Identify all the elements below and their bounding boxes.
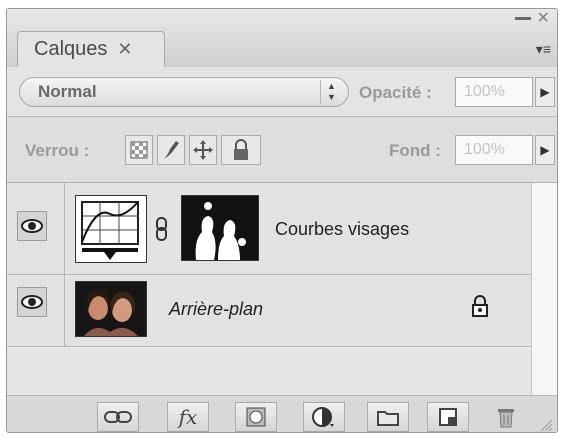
fill-arrow-icon[interactable]: ▶ — [535, 135, 555, 165]
new-layer-icon[interactable] — [427, 402, 469, 432]
lock-label: Verrou : — [25, 141, 90, 160]
opacity-arrow-icon[interactable]: ▶ — [535, 77, 555, 107]
background-photo-thumbnail[interactable] — [75, 281, 147, 337]
layer-name[interactable]: Courbes visages — [275, 219, 409, 240]
layers-toolbar: fx — [7, 395, 557, 432]
layer-row[interactable]: Courbes visages — [7, 183, 531, 275]
blend-mode-select[interactable]: Normal ▲ ▼ — [19, 77, 349, 107]
resize-grip-icon[interactable] — [539, 418, 553, 432]
tab-close-icon[interactable]: ✕ — [117, 39, 132, 60]
layer-row[interactable]: Arrière-plan — [7, 275, 531, 347]
lock-transparency-icon[interactable] — [125, 135, 153, 165]
layers-scrollbar[interactable] — [531, 183, 557, 395]
lock-position-icon[interactable] — [189, 135, 217, 165]
fill-field[interactable]: 100% — [455, 135, 533, 165]
adjustment-icon[interactable] — [303, 402, 345, 432]
blend-stepper-icon[interactable]: ▲ ▼ — [320, 80, 342, 104]
curves-adjustment-icon[interactable] — [75, 195, 147, 263]
fx-label: fx — [178, 405, 198, 429]
layers-panel: Calques ✕ × ▾≡ Normal ▲ ▼ Opacité : 100% … — [6, 8, 558, 433]
lock-icon — [471, 295, 489, 322]
minimize-icon[interactable] — [515, 17, 531, 20]
fill-label: Fond : — [389, 141, 441, 160]
fx-icon[interactable]: fx — [167, 402, 209, 432]
opacity-field[interactable]: 100% — [455, 77, 533, 107]
panel-menu-icon[interactable]: ▾≡ — [536, 41, 551, 58]
visibility-cell — [7, 183, 65, 274]
lock-all-icon[interactable] — [221, 135, 261, 165]
eye-icon[interactable] — [17, 211, 47, 241]
opacity-label: Opacité : — [359, 83, 432, 102]
tab-calques[interactable]: Calques ✕ — [17, 31, 165, 67]
lock-pixels-icon[interactable] — [157, 135, 185, 165]
layers-list: Courbes visages Arrière-plan — [7, 183, 531, 395]
lock-row: Verrou : Fond : 100% ▶ — [7, 117, 557, 183]
trash-icon[interactable] — [485, 402, 527, 432]
visibility-cell — [7, 275, 65, 346]
link-chain-icon[interactable] — [155, 217, 169, 241]
blend-row: Normal ▲ ▼ Opacité : 100% ▶ — [7, 67, 557, 117]
tab-label: Calques — [34, 38, 108, 60]
close-icon[interactable]: × — [537, 9, 549, 30]
layer-name[interactable]: Arrière-plan — [169, 299, 263, 320]
panel-tabbar: Calques ✕ × ▾≡ — [7, 9, 557, 67]
folder-icon[interactable] — [367, 402, 409, 432]
blend-mode-value: Normal — [38, 82, 97, 101]
eye-icon[interactable] — [17, 287, 47, 317]
mask-icon[interactable] — [235, 402, 277, 432]
layer-mask-thumbnail[interactable] — [181, 195, 259, 261]
link-icon[interactable] — [97, 402, 139, 432]
